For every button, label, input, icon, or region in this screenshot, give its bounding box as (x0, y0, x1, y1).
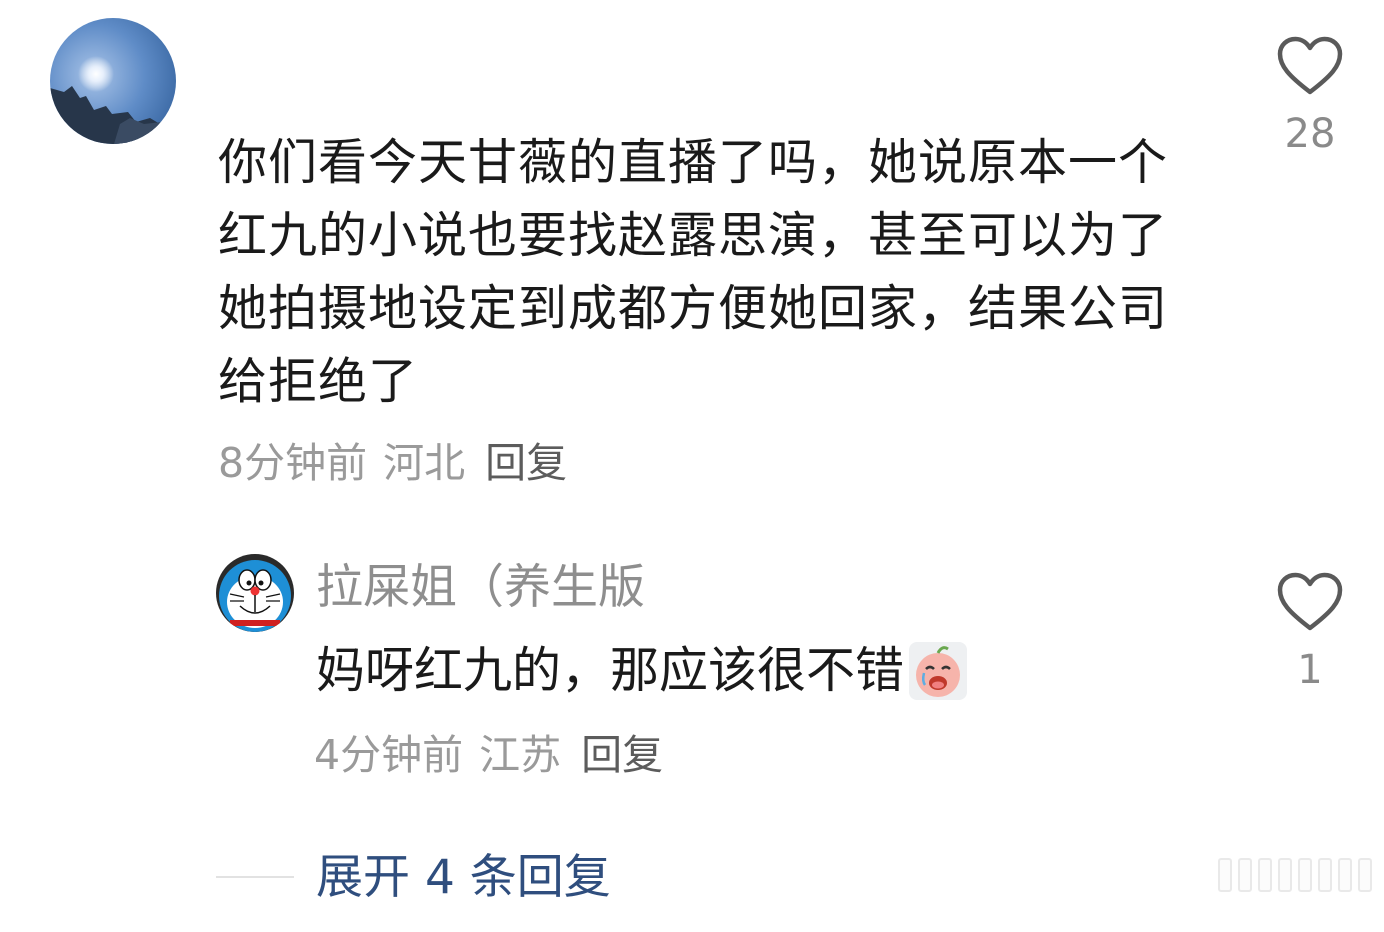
reply-username[interactable]: 拉屎姐（养生版 (316, 558, 645, 618)
reply-location: 江苏 (479, 731, 562, 779)
avatar[interactable] (216, 554, 294, 632)
comment-location: 河北 (383, 439, 466, 487)
comment-text: 你们看今天甘薇的直播了吗，她说原本一个红九的小说也要找赵露思演，甚至可以为了她拍… (218, 134, 1169, 410)
expand-replies-button[interactable]: 展开 4 条回复 (316, 848, 611, 908)
reply-text: 妈呀红九的，那应该很不错 (316, 638, 968, 704)
crying-face-emoji-icon (909, 642, 968, 700)
reply-meta: 4分钟前 江苏 回复 (314, 730, 663, 780)
like-button[interactable]: 1 (1270, 570, 1350, 694)
like-count: 1 (1297, 647, 1323, 693)
reply-time: 4分钟前 (314, 731, 464, 779)
avatar[interactable] (50, 18, 176, 144)
comment-meta: 8分钟前 河北 回复 (218, 438, 567, 488)
heart-icon[interactable] (1275, 570, 1345, 634)
like-count: 28 (1284, 111, 1336, 157)
heart-icon[interactable] (1275, 34, 1345, 98)
comment-time: 8分钟前 (218, 439, 368, 487)
expand-divider (216, 876, 294, 878)
watermark (1218, 858, 1372, 892)
like-button[interactable]: 28 (1270, 34, 1350, 158)
reply-text-content: 妈呀红九的，那应该很不错 (316, 642, 905, 699)
reply-button[interactable]: 回复 (485, 438, 567, 488)
user-avatar-sky-icon (50, 18, 176, 144)
reply-button[interactable]: 回复 (581, 730, 663, 780)
user-avatar-doraemon-icon (216, 554, 294, 632)
